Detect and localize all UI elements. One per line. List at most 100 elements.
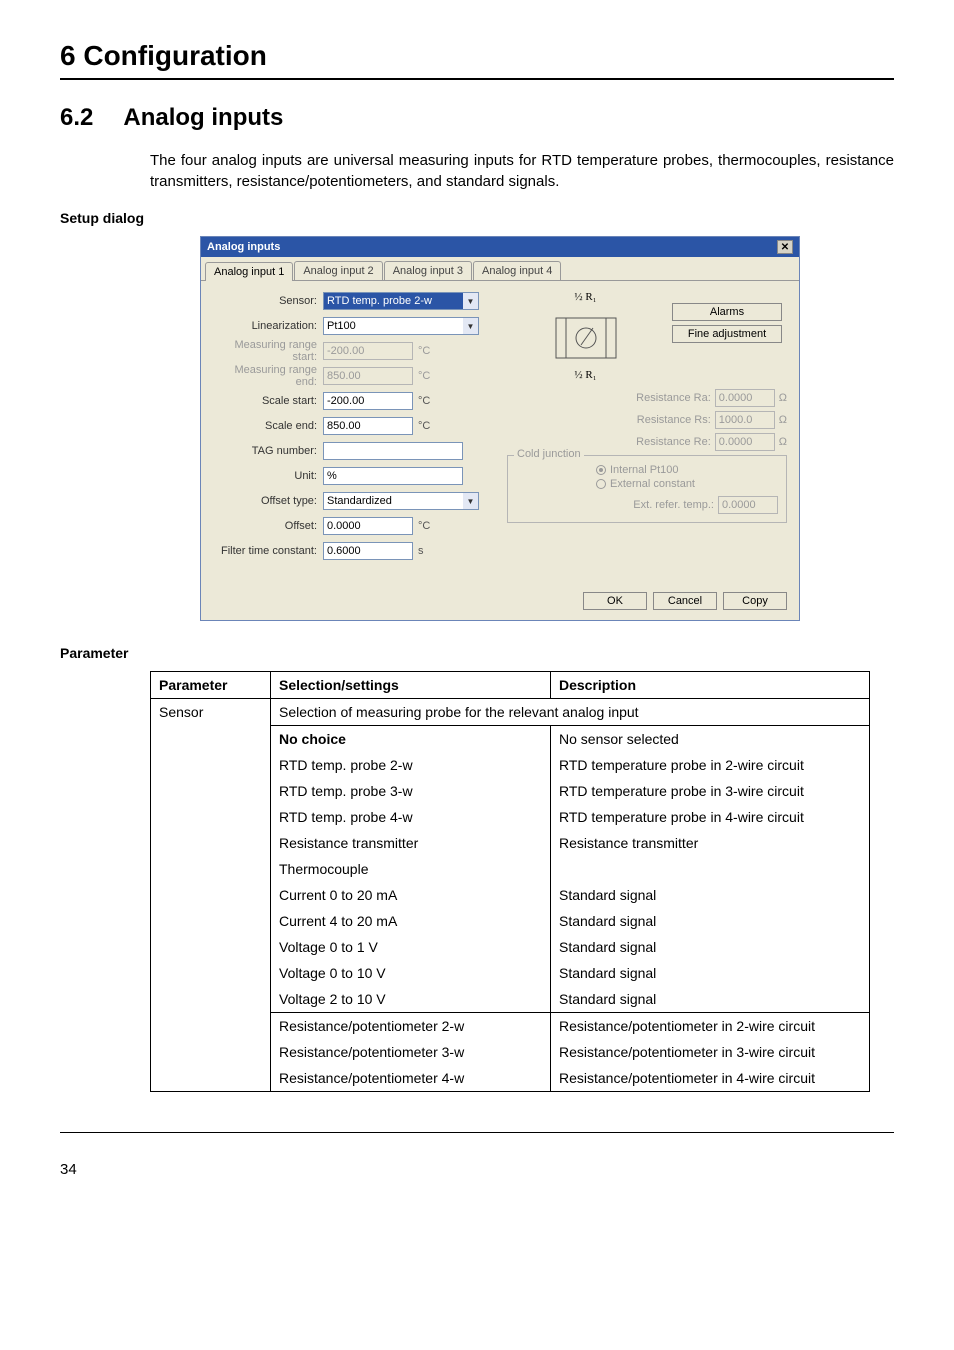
unit-s: s bbox=[418, 545, 424, 557]
dialog-titlebar: Analog inputs ✕ bbox=[201, 237, 799, 257]
td-desc: Resistance/potentiometer in 4-wire circu… bbox=[551, 1065, 870, 1092]
tab-analog-input-1[interactable]: Analog input 1 bbox=[205, 262, 293, 281]
td-desc bbox=[551, 856, 870, 882]
tab-analog-input-2[interactable]: Analog input 2 bbox=[294, 261, 382, 280]
filter-time-constant-input[interactable] bbox=[323, 542, 413, 560]
td-sel: Current 0 to 20 mA bbox=[271, 882, 551, 908]
th-description: Description bbox=[551, 672, 870, 699]
unit-c: °C bbox=[418, 395, 430, 407]
measuring-range-start-label: Measuring range start: bbox=[213, 339, 323, 363]
sensor-select[interactable] bbox=[323, 292, 463, 310]
radio-external-constant bbox=[596, 479, 606, 489]
offset-label: Offset: bbox=[213, 520, 323, 532]
section-heading: 6.2 Analog inputs bbox=[60, 104, 894, 132]
offset-type-select[interactable] bbox=[323, 492, 463, 510]
resistance-ra-label: Resistance Ra: bbox=[636, 392, 711, 404]
td-desc: Standard signal bbox=[551, 986, 870, 1013]
dialog-left-column: Sensor: ▼ Linearization: ▼ Measuring ran… bbox=[213, 291, 493, 566]
ohm-unit: Ω bbox=[779, 414, 787, 426]
td-sel: No choice bbox=[271, 726, 551, 753]
td-desc: RTD temperature probe in 4-wire circuit bbox=[551, 804, 870, 830]
sensor-label: Sensor: bbox=[213, 295, 323, 307]
measuring-range-start-input bbox=[323, 342, 413, 360]
wiring-diagram: ½ R₁ ½ R₁ bbox=[507, 291, 664, 381]
resistance-rs-input bbox=[715, 411, 775, 429]
cold-junction-legend: Cold junction bbox=[514, 448, 584, 460]
unit-label: Unit: bbox=[213, 470, 323, 482]
chevron-down-icon[interactable]: ▼ bbox=[463, 317, 479, 335]
section-number: 6.2 bbox=[60, 104, 93, 132]
cancel-button[interactable]: Cancel bbox=[653, 592, 717, 610]
ohm-unit: Ω bbox=[779, 392, 787, 404]
resistance-re-label: Resistance Re: bbox=[636, 436, 711, 448]
cold-junction-fieldset: Cold junction Internal Pt100 External co… bbox=[507, 455, 787, 523]
td-desc: Standard signal bbox=[551, 882, 870, 908]
td-desc: No sensor selected bbox=[551, 726, 870, 753]
chevron-down-icon[interactable]: ▼ bbox=[463, 292, 479, 310]
ext-refer-temp-input bbox=[718, 496, 778, 514]
linearization-label: Linearization: bbox=[213, 320, 323, 332]
half-r1-label: ½ R₁ bbox=[574, 369, 596, 381]
measuring-range-end-label: Measuring range end: bbox=[213, 364, 323, 388]
offset-input[interactable] bbox=[323, 517, 413, 535]
unit-c: °C bbox=[418, 370, 430, 382]
parameter-table: Parameter Selection/settings Description… bbox=[150, 671, 870, 1092]
td-sel: RTD temp. probe 3-w bbox=[271, 778, 551, 804]
radio-internal-label: Internal Pt100 bbox=[610, 464, 679, 476]
resistance-re-input bbox=[715, 433, 775, 451]
td-desc: RTD temperature probe in 3-wire circuit bbox=[551, 778, 870, 804]
offset-type-label: Offset type: bbox=[213, 495, 323, 507]
tab-analog-input-4[interactable]: Analog input 4 bbox=[473, 261, 561, 280]
resistance-rs-label: Resistance Rs: bbox=[637, 414, 711, 426]
td-sel: Voltage 0 to 1 V bbox=[271, 934, 551, 960]
td-desc: Standard signal bbox=[551, 960, 870, 986]
alarms-button[interactable]: Alarms bbox=[672, 303, 782, 321]
scale-start-input[interactable] bbox=[323, 392, 413, 410]
copy-button[interactable]: Copy bbox=[723, 592, 787, 610]
tab-analog-input-3[interactable]: Analog input 3 bbox=[384, 261, 472, 280]
td-sel: Resistance/potentiometer 3-w bbox=[271, 1039, 551, 1065]
td-sensor-span: Selection of measuring probe for the rel… bbox=[271, 699, 870, 726]
unit-c: °C bbox=[418, 520, 430, 532]
ohm-unit: Ω bbox=[779, 436, 787, 448]
dialog-footer: OK Cancel Copy bbox=[201, 584, 799, 620]
td-sensor: Sensor bbox=[151, 699, 271, 1092]
title-rule bbox=[60, 78, 894, 80]
radio-external-label: External constant bbox=[610, 478, 695, 490]
fine-adjustment-button[interactable]: Fine adjustment bbox=[672, 325, 782, 343]
td-sel: RTD temp. probe 4-w bbox=[271, 804, 551, 830]
scale-end-input[interactable] bbox=[323, 417, 413, 435]
intro-paragraph: The four analog inputs are universal mea… bbox=[150, 150, 894, 192]
th-selection: Selection/settings bbox=[271, 672, 551, 699]
td-desc: RTD temperature probe in 2-wire circuit bbox=[551, 752, 870, 778]
dialog-title-text: Analog inputs bbox=[207, 241, 280, 253]
ok-button[interactable]: OK bbox=[583, 592, 647, 610]
td-sel: RTD temp. probe 2-w bbox=[271, 752, 551, 778]
ext-refer-temp-label: Ext. refer. temp.: bbox=[633, 499, 714, 511]
td-sel: Current 4 to 20 mA bbox=[271, 908, 551, 934]
filter-time-constant-label: Filter time constant: bbox=[213, 545, 323, 557]
radio-internal-pt100 bbox=[596, 465, 606, 475]
tag-number-label: TAG number: bbox=[213, 445, 323, 457]
unit-input[interactable] bbox=[323, 467, 463, 485]
td-sel: Resistance/potentiometer 4-w bbox=[271, 1065, 551, 1092]
footer-rule bbox=[60, 1132, 894, 1133]
chevron-down-icon[interactable]: ▼ bbox=[463, 492, 479, 510]
close-icon[interactable]: ✕ bbox=[777, 240, 793, 254]
scale-start-label: Scale start: bbox=[213, 395, 323, 407]
td-desc: Resistance/potentiometer in 3-wire circu… bbox=[551, 1039, 870, 1065]
th-parameter: Parameter bbox=[151, 672, 271, 699]
parameter-subhead: Parameter bbox=[60, 645, 894, 661]
tag-number-input[interactable] bbox=[323, 442, 463, 460]
td-sel: Resistance transmitter bbox=[271, 830, 551, 856]
td-sel: Voltage 0 to 10 V bbox=[271, 960, 551, 986]
unit-c: °C bbox=[418, 345, 430, 357]
td-sel: Voltage 2 to 10 V bbox=[271, 986, 551, 1013]
linearization-select[interactable] bbox=[323, 317, 463, 335]
page-number: 34 bbox=[60, 1161, 894, 1178]
td-sel: Thermocouple bbox=[271, 856, 551, 882]
unit-c: °C bbox=[418, 420, 430, 432]
scale-end-label: Scale end: bbox=[213, 420, 323, 432]
td-desc: Standard signal bbox=[551, 934, 870, 960]
tabstrip: Analog input 1 Analog input 2 Analog inp… bbox=[201, 257, 799, 281]
